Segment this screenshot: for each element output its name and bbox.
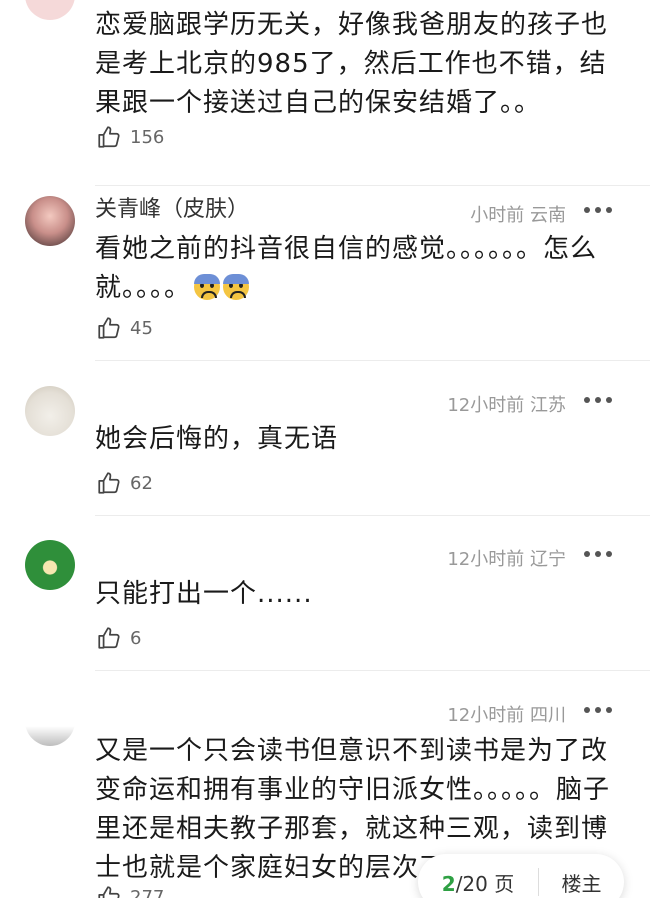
thumbs-up-icon <box>98 627 120 649</box>
comment-text: 看她之前的抖音很自信的感觉。。。。。。怎么就。。。。 <box>95 230 615 308</box>
avatar[interactable] <box>25 696 75 746</box>
host-only-button[interactable]: 楼主 <box>539 868 624 897</box>
thumbs-up-icon <box>98 472 120 494</box>
like-button[interactable]: 156 <box>96 124 164 150</box>
comment-meta: 12小时前 江苏 <box>447 395 566 416</box>
comment-meta: 12小时前 辽宁 <box>447 549 566 570</box>
like-count: 45 <box>130 317 153 339</box>
comment-text: 只能打出一个...... <box>95 579 313 609</box>
comment-text-body: 看她之前的抖音很自信的感觉。。。。。。怎么就。。。。 <box>95 234 598 303</box>
more-options-icon[interactable] <box>584 549 612 559</box>
more-options-icon[interactable] <box>584 205 612 215</box>
avatar[interactable] <box>25 540 75 590</box>
comment-meta: 12小时前 四川 <box>447 705 566 726</box>
avatar[interactable] <box>25 386 75 436</box>
avatar[interactable] <box>25 196 75 246</box>
current-page: 2 <box>441 871 456 896</box>
divider <box>95 185 650 186</box>
comment-meta: 小时前 云南 <box>470 205 566 226</box>
divider <box>95 670 650 671</box>
anxious-sweat-emoji-icon <box>223 274 250 300</box>
comment-text: 她会后悔的，真无语 <box>95 424 339 454</box>
username[interactable]: 关青峰（皮肤） <box>95 196 305 218</box>
thumbs-up-icon <box>98 886 120 898</box>
like-button[interactable]: 277 <box>96 884 164 898</box>
thumbs-up-icon <box>98 126 120 148</box>
avatar[interactable] <box>25 0 75 20</box>
divider <box>95 360 650 361</box>
divider <box>95 515 650 516</box>
anxious-sweat-emoji-icon <box>194 274 221 300</box>
total-pages: /20 页 <box>455 871 515 896</box>
more-options-icon[interactable] <box>584 395 612 405</box>
like-count: 6 <box>130 627 142 649</box>
like-button[interactable]: 6 <box>96 625 141 651</box>
comment-text: 恋爱脑跟学历无关，好像我爸朋友的孩子也是考上北京的985了，然后工作也不错，结果… <box>95 10 609 118</box>
like-button[interactable]: 62 <box>96 470 153 496</box>
like-count: 277 <box>130 886 165 898</box>
like-count: 62 <box>130 472 153 494</box>
like-button[interactable]: 45 <box>96 315 153 341</box>
thumbs-up-icon <box>98 317 120 339</box>
floating-pager: 2/20 页 楼主 <box>418 854 624 898</box>
more-options-icon[interactable] <box>584 705 612 715</box>
page-indicator[interactable]: 2/20 页 <box>418 868 538 897</box>
like-count: 156 <box>130 126 165 148</box>
